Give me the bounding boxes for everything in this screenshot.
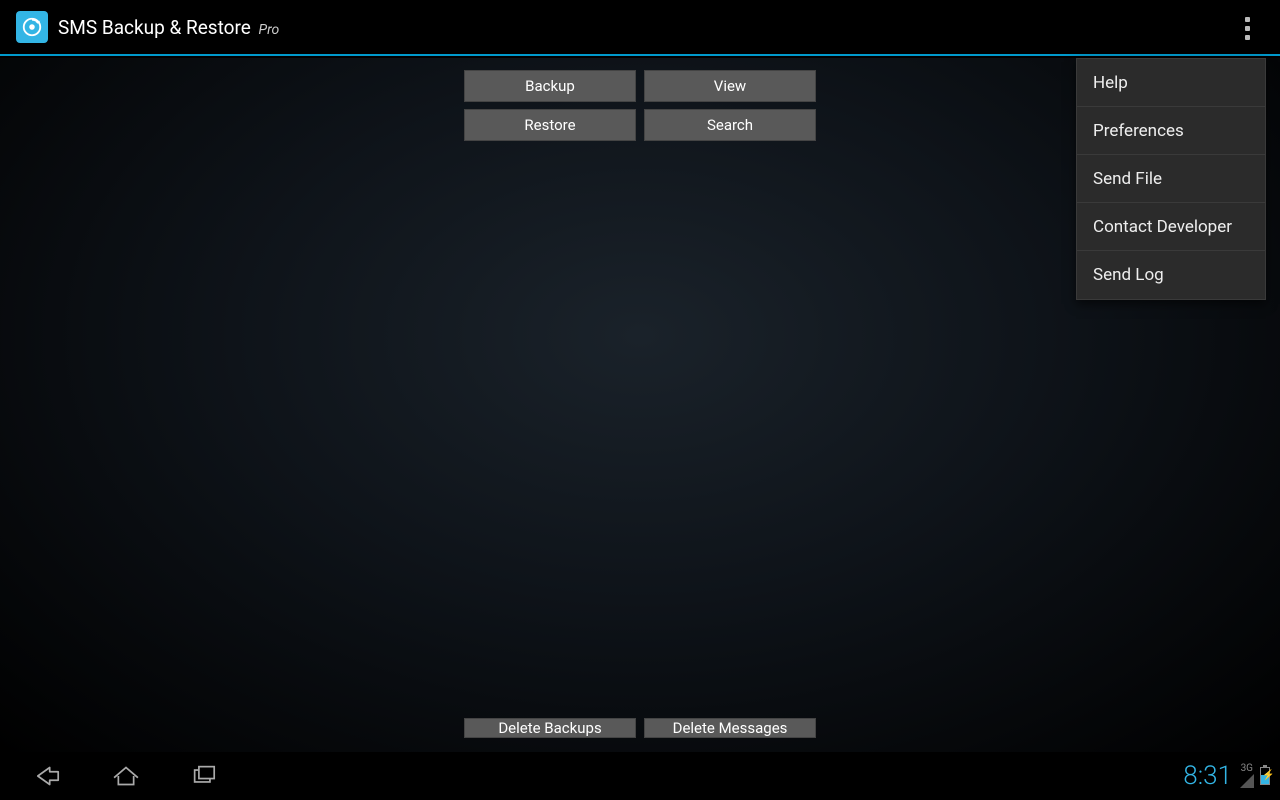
delete-messages-button-label: Delete Messages bbox=[673, 719, 788, 737]
menu-item-label: Contact Developer bbox=[1093, 217, 1232, 237]
back-icon bbox=[31, 759, 65, 793]
menu-item-contact-developer[interactable]: Contact Developer bbox=[1077, 203, 1265, 251]
backup-button-label: Backup bbox=[525, 77, 575, 95]
action-bar: SMS Backup & Restore Pro bbox=[0, 0, 1280, 56]
bottom-button-grid: Delete Backups Delete Messages bbox=[464, 718, 816, 738]
search-button[interactable]: Search bbox=[644, 109, 816, 141]
app-title: SMS Backup & Restore Pro bbox=[58, 16, 279, 39]
view-button[interactable]: View bbox=[644, 70, 816, 102]
menu-item-label: Help bbox=[1093, 73, 1128, 93]
menu-item-label: Send Log bbox=[1093, 265, 1164, 285]
status-icons: 3G ⚡ bbox=[1240, 764, 1270, 788]
search-button-label: Search bbox=[707, 116, 753, 134]
app-title-suffix: Pro bbox=[259, 22, 280, 38]
back-button[interactable] bbox=[28, 756, 68, 796]
network-label: 3G bbox=[1241, 764, 1253, 774]
overflow-menu: Help Preferences Send File Contact Devel… bbox=[1076, 58, 1266, 300]
menu-item-send-log[interactable]: Send Log bbox=[1077, 251, 1265, 299]
restore-button-label: Restore bbox=[524, 116, 575, 134]
menu-item-label: Send File bbox=[1093, 169, 1162, 189]
battery-icon: ⚡ bbox=[1260, 767, 1270, 785]
menu-item-label: Preferences bbox=[1093, 121, 1184, 141]
nav-buttons bbox=[28, 756, 224, 796]
restore-button[interactable]: Restore bbox=[464, 109, 636, 141]
home-button[interactable] bbox=[106, 756, 146, 796]
backup-button[interactable]: Backup bbox=[464, 70, 636, 102]
status-area[interactable]: 8:31 3G ⚡ bbox=[1183, 752, 1270, 800]
main-button-grid: Backup View Restore Search bbox=[464, 70, 816, 141]
recents-icon bbox=[187, 759, 221, 793]
overflow-menu-button[interactable] bbox=[1224, 0, 1270, 56]
app-icon bbox=[16, 11, 48, 43]
home-icon bbox=[109, 759, 143, 793]
menu-item-send-file[interactable]: Send File bbox=[1077, 155, 1265, 203]
view-button-label: View bbox=[714, 77, 746, 95]
menu-item-preferences[interactable]: Preferences bbox=[1077, 107, 1265, 155]
menu-item-help[interactable]: Help bbox=[1077, 59, 1265, 107]
signal-icon bbox=[1240, 774, 1254, 788]
delete-backups-button-label: Delete Backups bbox=[498, 719, 601, 737]
recents-button[interactable] bbox=[184, 756, 224, 796]
delete-backups-button[interactable]: Delete Backups bbox=[464, 718, 636, 738]
overflow-icon bbox=[1244, 17, 1250, 40]
delete-messages-button[interactable]: Delete Messages bbox=[644, 718, 816, 738]
system-nav-bar: 8:31 3G ⚡ bbox=[0, 752, 1280, 800]
status-clock: 8:31 bbox=[1183, 761, 1232, 791]
app-title-main: SMS Backup & Restore bbox=[58, 16, 251, 39]
